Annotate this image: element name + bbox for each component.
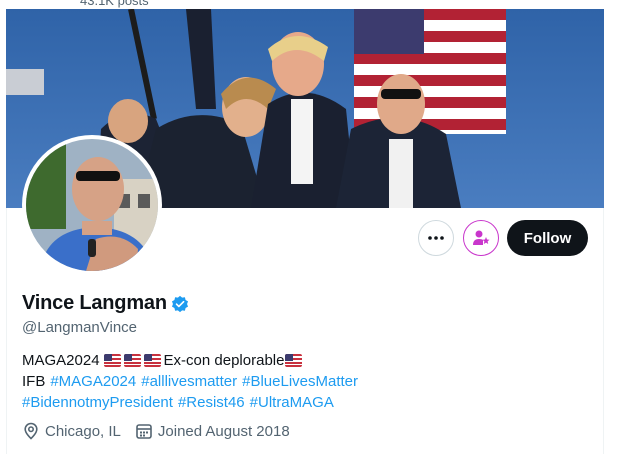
bio-line-3: #BidennotmyPresident #Resist46 #UltraMAG… <box>22 392 582 413</box>
hashtag-link[interactable]: #Resist46 <box>178 392 245 413</box>
profile-bio: MAGA2024 Ex-con deplorable IFB #MAGA2024… <box>22 350 582 413</box>
hashtag-link[interactable]: #BidennotmyPresident <box>22 392 173 413</box>
avatar-image <box>26 139 158 271</box>
hashtag-link[interactable]: #UltraMAGA <box>250 392 334 413</box>
location-pin-icon <box>24 422 38 440</box>
joined-item: Joined August 2018 <box>135 422 290 440</box>
us-flag-icon <box>123 354 141 367</box>
bio-line-2: IFB #MAGA2024 #alllivesmatter #BlueLives… <box>22 371 582 392</box>
location-text: Chicago, IL <box>45 422 121 440</box>
profile-meta: Chicago, IL Joined August 2018 <box>22 422 304 440</box>
display-name: Vince Langman <box>22 292 167 314</box>
hashtag-link[interactable]: #alllivesmatter <box>141 371 237 392</box>
more-icon <box>428 236 444 240</box>
bio-line-1: MAGA2024 Ex-con deplorable <box>22 350 582 371</box>
hashtag-link[interactable]: #MAGA2024 <box>50 371 136 392</box>
bio-text: MAGA2024 <box>22 352 100 369</box>
posts-count: 43.1K posts <box>80 0 149 8</box>
us-flag-icon <box>103 354 121 367</box>
joined-text: Joined August 2018 <box>157 422 290 440</box>
follow-button[interactable]: Follow <box>507 220 588 256</box>
more-button[interactable] <box>418 220 454 256</box>
username: @LangmanVince <box>22 319 138 336</box>
calendar-icon <box>136 424 152 439</box>
profile-name-row: Vince Langman <box>22 292 189 315</box>
profile-avatar[interactable] <box>22 135 162 275</box>
verified-badge-icon[interactable] <box>171 295 189 313</box>
us-flag-icon <box>143 354 161 367</box>
subscribe-icon <box>473 230 490 245</box>
bio-text: IFB <box>22 373 46 390</box>
hashtag-link[interactable]: #BlueLivesMatter <box>242 371 358 392</box>
location-item: Chicago, IL <box>22 422 121 440</box>
subscribe-button[interactable] <box>463 220 499 256</box>
us-flag-icon <box>285 354 303 367</box>
bio-text: Ex-con deplorable <box>163 352 285 369</box>
